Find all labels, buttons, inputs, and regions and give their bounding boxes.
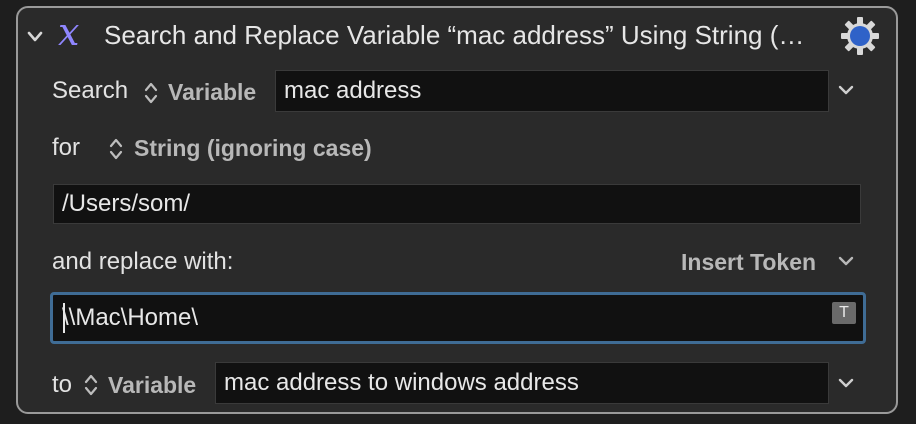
search-label: Search xyxy=(52,77,129,104)
to-type-select[interactable]: Variable xyxy=(108,372,196,399)
search-string-field[interactable]: /Users/som/ xyxy=(53,184,861,224)
to-label: to xyxy=(52,371,73,398)
chevron-down-icon[interactable] xyxy=(837,255,855,269)
token-icon[interactable]: T xyxy=(832,302,856,324)
insert-token-menu[interactable]: Insert Token xyxy=(681,249,816,276)
action-title: Search and Replace Variable “mac address… xyxy=(104,20,805,50)
gear-icon[interactable] xyxy=(840,16,880,56)
variable-x-icon: 𝑥 xyxy=(58,10,80,54)
for-type-select[interactable]: String (ignoring case) xyxy=(134,135,372,162)
replace-label: and replace with: xyxy=(52,248,234,275)
search-variable-field[interactable]: mac address xyxy=(275,70,829,112)
search-type-select[interactable]: Variable xyxy=(168,79,256,106)
chevron-down-icon[interactable] xyxy=(837,84,855,98)
to-variable-field[interactable]: mac address to windows address xyxy=(215,362,829,404)
updown-icon[interactable] xyxy=(143,80,159,106)
replace-with-field[interactable]: \\Mac\Home\ xyxy=(54,296,862,340)
updown-icon[interactable] xyxy=(108,136,124,162)
text-cursor xyxy=(63,303,65,333)
chevron-down-icon[interactable] xyxy=(837,377,855,391)
updown-icon[interactable] xyxy=(83,372,99,398)
collapse-chevron-icon[interactable] xyxy=(26,30,44,44)
for-label: for xyxy=(52,134,81,161)
